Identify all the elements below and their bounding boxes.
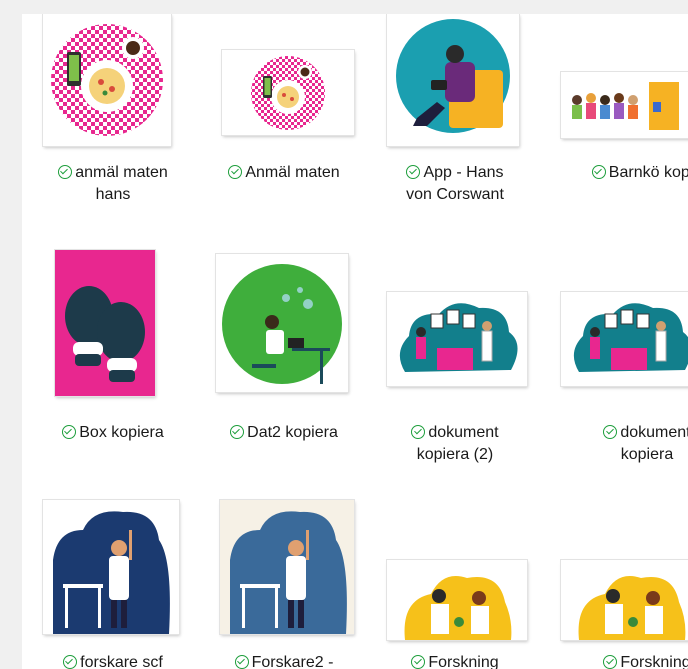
file-name-cont: kopiera (2)	[416, 446, 494, 463]
file-thumbnail[interactable]	[55, 250, 155, 396]
file-thumbnail[interactable]	[216, 254, 348, 392]
synced-check-icon	[234, 655, 249, 669]
file-grid: anmäl maten hans Anmäl maten App - Hans …	[22, 14, 688, 669]
file-name: Dat2 kopiera	[247, 424, 338, 441]
file-name: Barnkö kopie	[608, 164, 688, 181]
file-thumbnail[interactable]	[387, 14, 519, 146]
file-thumbnail[interactable]	[43, 14, 171, 146]
file-thumbnail[interactable]	[43, 500, 179, 634]
synced-check-icon	[230, 425, 245, 439]
file-name: Forskare2 -	[251, 654, 334, 669]
file-thumbnail[interactable]	[220, 500, 354, 634]
synced-check-icon	[603, 655, 618, 669]
file-name-cont: kopiera	[620, 446, 674, 463]
synced-check-icon	[411, 425, 426, 439]
file-name-cont: von Corswant	[406, 186, 504, 203]
file-thumbnail[interactable]	[387, 560, 527, 640]
synced-check-icon	[603, 425, 618, 439]
file-thumbnail[interactable]	[561, 292, 688, 386]
synced-check-icon	[591, 165, 606, 179]
synced-check-icon	[411, 655, 426, 669]
synced-check-icon	[228, 165, 243, 179]
file-name: dokument	[620, 424, 688, 441]
synced-check-icon	[406, 165, 421, 179]
file-name: forskare scf	[80, 654, 163, 669]
file-name: Box kopiera	[79, 424, 164, 441]
synced-check-icon	[62, 425, 77, 439]
file-name: Forskning	[620, 654, 688, 669]
file-name: dokument	[428, 424, 499, 441]
file-name: anmäl maten	[75, 164, 168, 181]
file-thumbnail[interactable]	[222, 50, 354, 135]
file-name: App - Hans	[423, 164, 504, 181]
file-thumbnail[interactable]	[561, 560, 688, 640]
file-name: Anmäl maten	[245, 164, 340, 181]
file-thumbnail[interactable]	[387, 292, 527, 386]
synced-check-icon	[63, 655, 78, 669]
file-name: Forskning	[428, 654, 499, 669]
file-name-cont: hans	[95, 186, 131, 203]
file-thumbnail[interactable]	[561, 72, 688, 138]
synced-check-icon	[58, 165, 73, 179]
